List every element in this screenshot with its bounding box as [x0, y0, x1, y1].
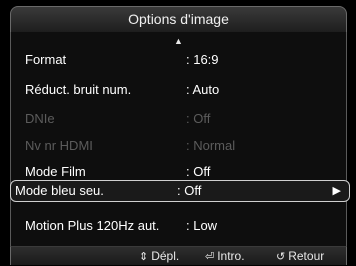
- submenu-arrow-icon: ▶: [332, 185, 341, 197]
- menu-title: Options d'image: [10, 6, 347, 32]
- menu-item-value: : Auto: [186, 82, 220, 97]
- menu-item-value: : 16:9: [186, 52, 219, 67]
- menu-item-format[interactable]: Format : 16:9: [11, 49, 346, 71]
- hint-move-label: Dépl.: [151, 249, 180, 263]
- up-down-icon: ⇕: [139, 251, 149, 263]
- menu-item-label: Motion Plus 120Hz aut.: [25, 218, 160, 233]
- menu-item-label: Mode bleu seu.: [15, 183, 104, 198]
- return-icon: ↺: [276, 251, 286, 263]
- menu-item-value: : Off: [186, 111, 211, 126]
- tv-screen: Options d'image ▲ Format : 16:9 Réduct. …: [0, 0, 356, 265]
- menu-item-label: DNIe: [25, 111, 55, 126]
- menu-item-value: : Normal: [186, 138, 236, 153]
- menu-item-digital-noise-reduction[interactable]: Réduct. bruit num. : Auto: [11, 79, 346, 101]
- picture-options-menu: ▲ Format : 16:9 Réduct. bruit num. : Aut…: [10, 32, 350, 265]
- hint-enter-label: Intro.: [217, 249, 245, 263]
- menu-item-motion-plus[interactable]: Motion Plus 120Hz aut. : Low: [11, 215, 346, 237]
- hint-return: ↺ Retour: [276, 247, 324, 266]
- menu-item-label: Format: [25, 52, 67, 67]
- menu-item-label: Réduct. bruit num.: [25, 82, 132, 97]
- scroll-up-icon[interactable]: ▲: [11, 36, 346, 46]
- hint-move: ⇕ Dépl.: [139, 247, 179, 266]
- hint-enter: ⏎ Intro.: [205, 247, 245, 266]
- menu-item-value: : Off: [177, 183, 202, 198]
- menu-item-hdmi-black-level: Nv nr HDMI : Normal: [11, 135, 346, 157]
- menu-item-blue-only-mode[interactable]: Mode bleu seu. : Off ▶: [10, 180, 350, 202]
- hint-return-label: Retour: [288, 249, 325, 263]
- menu-item-dnie: DNIe : Off: [11, 108, 346, 130]
- menu-item-label: Nv nr HDMI: [25, 138, 93, 153]
- enter-icon: ⏎: [205, 251, 215, 263]
- navigation-hint-bar: ⇕ Dépl. ⏎ Intro. ↺ Retour: [10, 246, 347, 265]
- menu-item-value: : Low: [186, 218, 218, 233]
